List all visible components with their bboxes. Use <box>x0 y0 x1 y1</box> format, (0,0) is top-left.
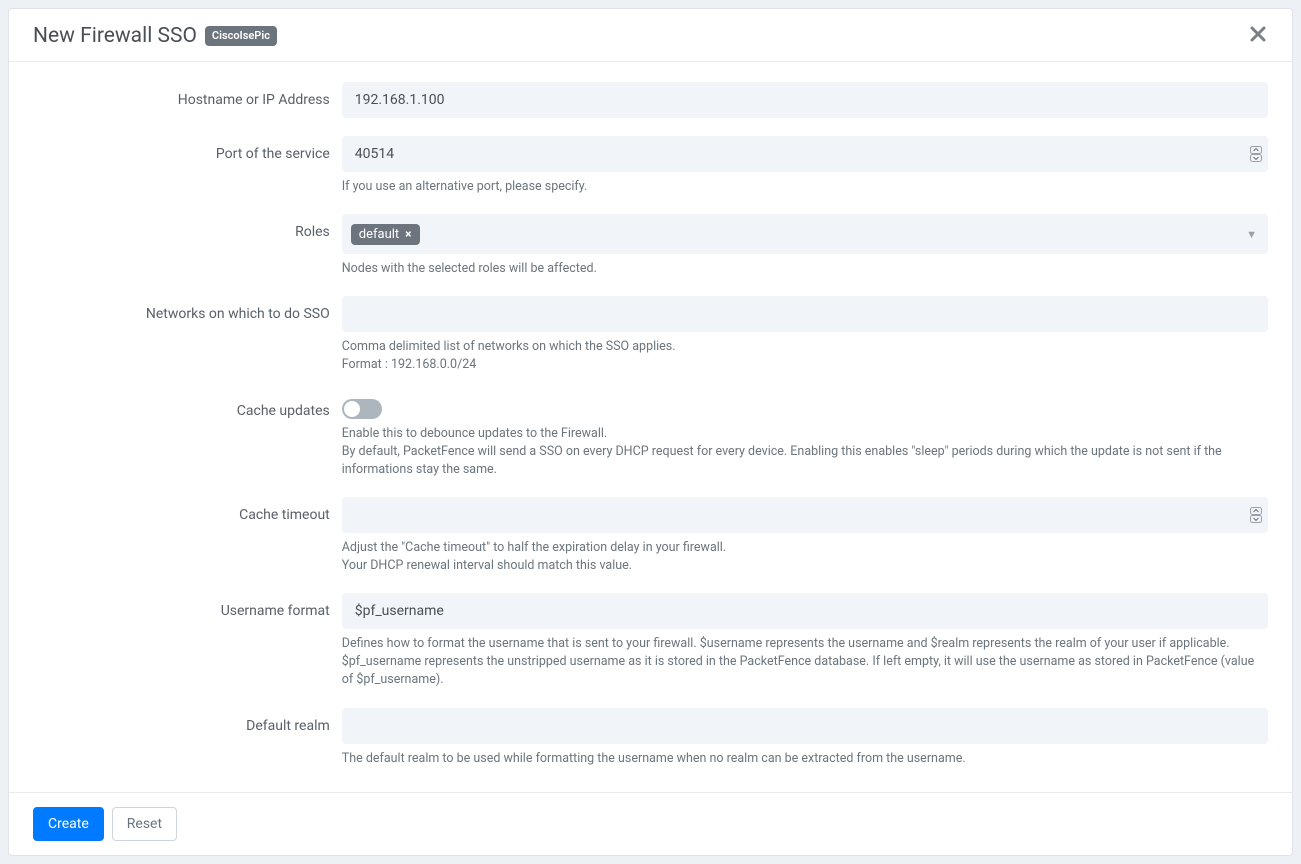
cache-updates-label: Cache updates <box>33 393 342 419</box>
page-title: New Firewall SSO <box>33 24 197 48</box>
roles-select[interactable]: default × ▼ <box>342 214 1268 254</box>
cache-timeout-label: Cache timeout <box>33 497 342 523</box>
roles-help: Nodes with the selected roles will be af… <box>342 260 1268 278</box>
username-format-help: Defines how to format the username that … <box>342 635 1268 689</box>
username-format-label: Username format <box>33 593 342 619</box>
number-stepper-icon[interactable] <box>1250 507 1262 523</box>
default-realm-help: The default realm to be used while forma… <box>342 750 1268 768</box>
card-footer: Create Reset <box>9 792 1292 855</box>
default-realm-input[interactable] <box>342 708 1268 744</box>
cache-timeout-input[interactable] <box>342 497 1268 533</box>
role-tag-remove-icon[interactable]: × <box>405 228 411 240</box>
card-header: New Firewall SSO CiscoIsePic <box>9 9 1292 62</box>
port-help: If you use an alternative port, please s… <box>342 178 1268 196</box>
port-label: Port of the service <box>33 136 342 162</box>
roles-label: Roles <box>33 214 342 240</box>
username-format-input[interactable] <box>342 593 1268 629</box>
type-badge: CiscoIsePic <box>205 26 277 45</box>
networks-input[interactable] <box>342 296 1268 332</box>
networks-label: Networks on which to do SSO <box>33 296 342 322</box>
number-stepper-icon[interactable] <box>1250 146 1262 162</box>
cache-timeout-help: Adjust the "Cache timeout" to half the e… <box>342 539 1268 575</box>
firewall-sso-card: New Firewall SSO CiscoIsePic Hostname or… <box>8 8 1293 856</box>
port-input[interactable] <box>342 136 1268 172</box>
close-icon[interactable] <box>1246 23 1270 49</box>
cache-updates-help: Enable this to debounce updates to the F… <box>342 425 1268 479</box>
role-tag-default: default × <box>351 224 420 245</box>
caret-down-icon[interactable]: ▼ <box>1246 228 1257 241</box>
card-body: Hostname or IP Address Port of the servi… <box>9 62 1292 792</box>
hostname-label: Hostname or IP Address <box>33 82 342 108</box>
networks-help: Comma delimited list of networks on whic… <box>342 338 1268 374</box>
hostname-input[interactable] <box>342 82 1268 118</box>
default-realm-label: Default realm <box>33 708 342 734</box>
cache-updates-toggle[interactable] <box>342 399 382 419</box>
role-tag-label: default <box>359 227 399 242</box>
